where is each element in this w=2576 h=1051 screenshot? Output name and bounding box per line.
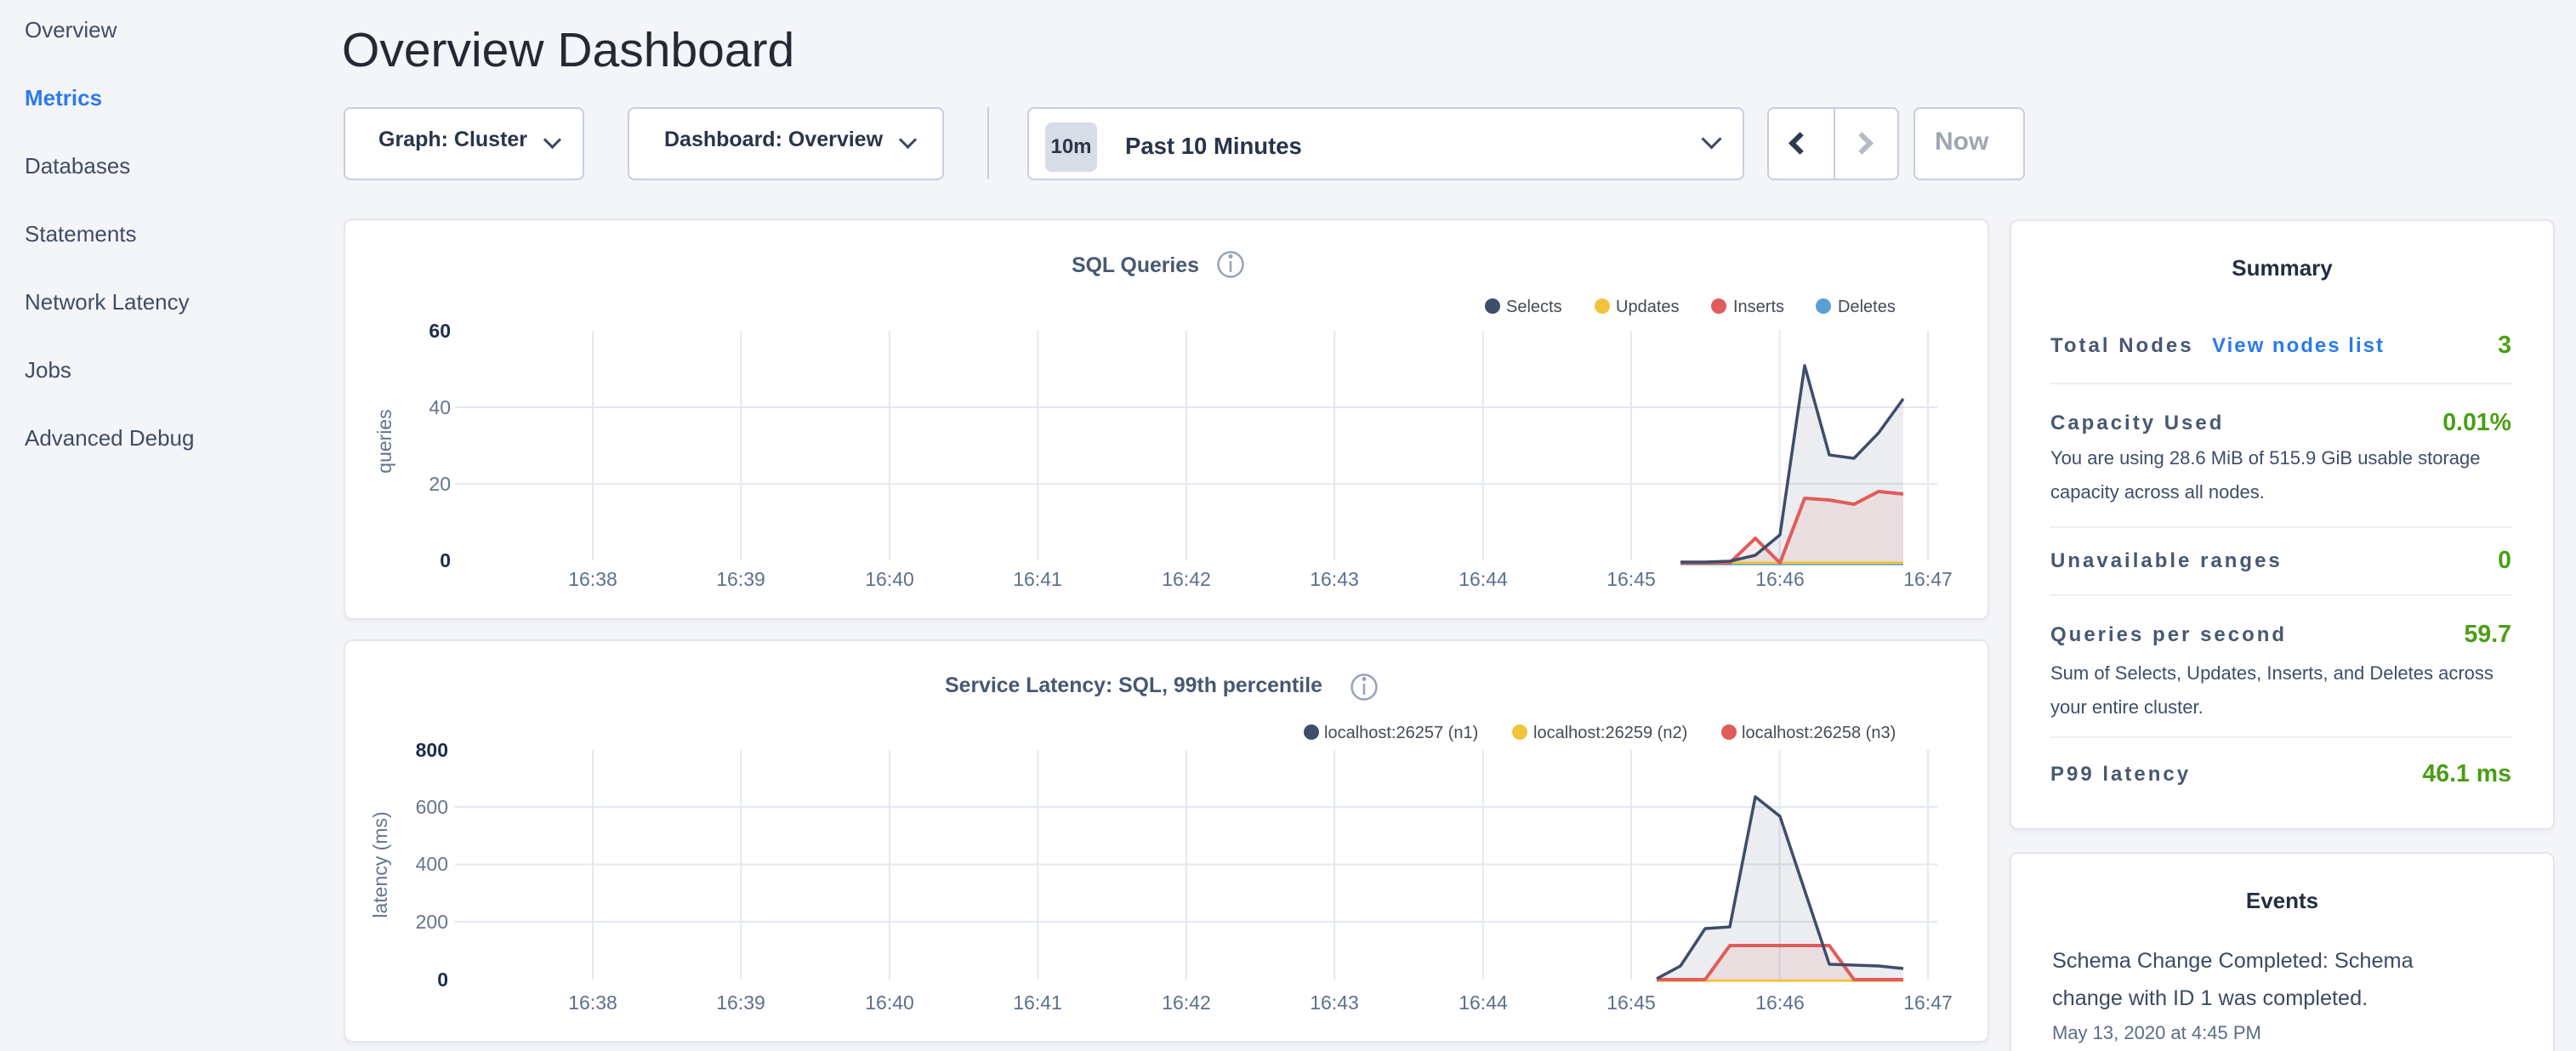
- svg-text:Service Latency: SQL, 99th per: Service Latency: SQL, 99th percentile: [945, 674, 1322, 697]
- svg-text:Updates: Updates: [1616, 298, 1680, 316]
- svg-text:16:43: 16:43: [1310, 568, 1359, 590]
- svg-text:800: 800: [416, 739, 448, 761]
- svg-text:16:47: 16:47: [1903, 568, 1953, 590]
- svg-text:16:43: 16:43: [1310, 991, 1359, 1014]
- svg-text:localhost:26257 (n1): localhost:26257 (n1): [1324, 724, 1478, 742]
- svg-text:60: 60: [429, 320, 451, 342]
- svg-text:16:42: 16:42: [1162, 991, 1211, 1014]
- svg-text:16:46: 16:46: [1755, 991, 1805, 1014]
- svg-text:200: 200: [416, 911, 448, 933]
- svg-text:Inserts: Inserts: [1733, 298, 1784, 316]
- svg-text:16:39: 16:39: [716, 991, 765, 1014]
- svg-text:latency (ms): latency (ms): [369, 811, 391, 917]
- svg-text:400: 400: [416, 853, 448, 875]
- svg-text:queries: queries: [373, 409, 395, 473]
- svg-text:20: 20: [429, 473, 451, 495]
- svg-text:16:44: 16:44: [1459, 991, 1508, 1014]
- svg-text:16:38: 16:38: [568, 991, 617, 1014]
- svg-text:16:40: 16:40: [865, 568, 914, 590]
- svg-text:16:38: 16:38: [568, 568, 617, 590]
- svg-text:SQL Queries: SQL Queries: [1072, 254, 1199, 277]
- svg-text:16:41: 16:41: [1013, 568, 1062, 590]
- svg-text:16:42: 16:42: [1162, 568, 1211, 590]
- svg-text:600: 600: [416, 796, 448, 818]
- svg-text:16:47: 16:47: [1903, 991, 1953, 1014]
- svg-text:16:41: 16:41: [1013, 991, 1062, 1014]
- svg-text:16:45: 16:45: [1606, 991, 1656, 1014]
- svg-text:localhost:26259 (n2): localhost:26259 (n2): [1533, 724, 1687, 742]
- svg-text:Deletes: Deletes: [1838, 298, 1896, 316]
- svg-text:16:45: 16:45: [1606, 568, 1656, 590]
- svg-text:0: 0: [440, 549, 451, 571]
- svg-text:16:46: 16:46: [1755, 568, 1805, 590]
- svg-text:16:44: 16:44: [1459, 568, 1508, 590]
- svg-text:localhost:26258 (n3): localhost:26258 (n3): [1742, 724, 1896, 742]
- svg-text:Selects: Selects: [1506, 298, 1562, 316]
- svg-text:16:40: 16:40: [865, 991, 914, 1014]
- svg-text:16:39: 16:39: [716, 568, 765, 590]
- svg-text:40: 40: [429, 396, 451, 418]
- svg-text:0: 0: [437, 969, 448, 991]
